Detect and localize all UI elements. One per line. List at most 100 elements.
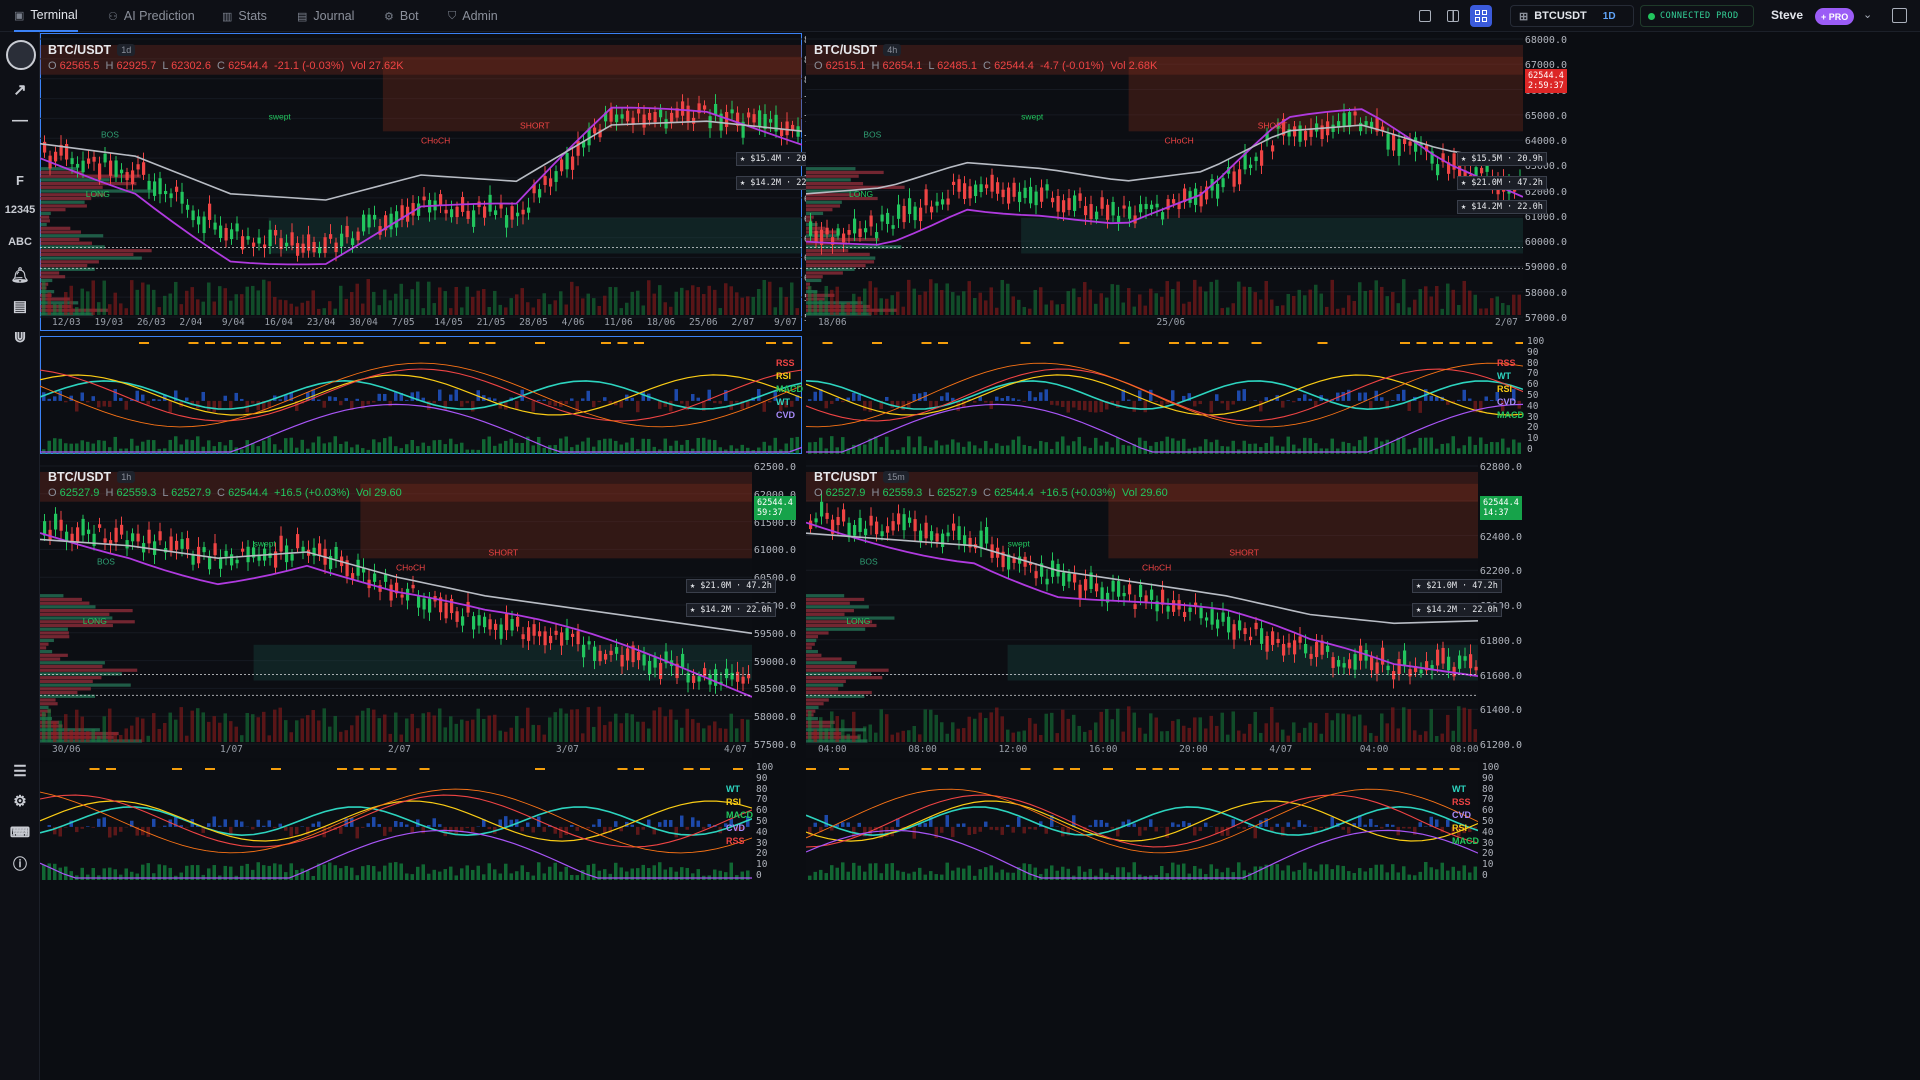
indicator-axis: 1009080706050403020100 — [1527, 336, 1567, 455]
signal-strip — [921, 768, 932, 770]
low-value: 62527.9 — [937, 487, 977, 499]
trendline-tool-icon[interactable]: ↗ — [0, 80, 40, 100]
chart-pane-4h[interactable]: swept BOS CHoCH LONG SHORT BTC/USDT 4h O 62515.… — [806, 33, 1523, 331]
cvd-bar — [267, 437, 271, 454]
volume-bar — [405, 299, 409, 315]
candle-body — [752, 114, 756, 123]
candle-body — [924, 522, 928, 539]
volume-bar — [300, 302, 304, 315]
candle-body — [213, 543, 217, 556]
layout-grid-button[interactable] — [1470, 5, 1492, 27]
cvd-bar — [86, 874, 90, 880]
cvd-bar — [973, 445, 977, 454]
close-value: 62544.4 — [228, 60, 268, 72]
volume-bar — [575, 286, 579, 315]
cvd-bar — [311, 875, 315, 880]
candle-body — [1183, 611, 1187, 617]
macd-histogram-bar — [1319, 826, 1323, 829]
volume-profile-bar — [806, 664, 856, 669]
volume-bar — [940, 290, 944, 315]
macd-histogram-bar — [421, 826, 425, 834]
indicator-pane-15m[interactable] — [806, 762, 1478, 880]
horizontal-line-tool-icon[interactable]: — — [0, 112, 40, 130]
cvd-bar — [559, 871, 563, 880]
volume-bar — [1088, 730, 1092, 742]
tab-stats[interactable]: ▥ Stats — [222, 0, 267, 32]
tab-journal[interactable]: ▤ Journal — [297, 0, 354, 32]
macd-histogram-bar — [520, 826, 524, 832]
chart-timeframe-badge[interactable]: 1d — [117, 44, 136, 56]
macd-histogram-bar — [465, 400, 469, 404]
chart-pane-1d[interactable]: swept BOS CHoCH LONG SHORT BTC/USDT 1d O 62565.… — [40, 33, 802, 331]
volume-bar — [515, 294, 519, 315]
chart-timeframe-badge[interactable]: 1h — [117, 471, 136, 483]
tab-ai-prediction[interactable]: ⚇ AI Prediction — [108, 0, 195, 32]
macd-histogram-bar — [663, 819, 667, 827]
macd-histogram-bar — [691, 394, 695, 401]
indicator-label-macd: MACD — [726, 810, 753, 820]
cvd-bar — [421, 864, 425, 880]
candle-body — [351, 573, 355, 579]
layout-single-button[interactable] — [1414, 5, 1436, 27]
signal-strip — [872, 342, 882, 344]
macd-histogram-bar — [1209, 400, 1213, 413]
magnet-icon[interactable]: ⋓ — [0, 328, 40, 346]
volume-bar — [740, 297, 744, 315]
volume-bar — [608, 721, 612, 742]
tab-bot[interactable]: ⚙ Bot — [384, 0, 419, 32]
layout-split-button[interactable] — [1442, 5, 1464, 27]
ruler-icon[interactable]: ▤ — [0, 297, 40, 315]
list-icon[interactable]: ☰ — [0, 762, 40, 780]
annotation-choch: CHoCH — [1165, 135, 1194, 145]
open-value: 62515.1 — [825, 60, 866, 72]
indicator-pane-1h[interactable] — [40, 762, 752, 880]
volume-bar — [256, 290, 260, 315]
cvd-bar — [201, 446, 205, 454]
cvd-bar — [575, 444, 579, 454]
macd-histogram-bar — [857, 394, 861, 401]
panel-toggle-icon[interactable] — [1892, 8, 1907, 23]
user-name[interactable]: Steve — [1771, 8, 1803, 22]
candle-body — [208, 203, 212, 220]
candle-body — [853, 218, 857, 234]
macd-histogram-bar — [923, 823, 927, 827]
number-tool-button[interactable]: 12345 — [0, 204, 40, 216]
cvd-bar — [973, 875, 977, 880]
help-icon[interactable]: ⓘ — [0, 854, 40, 874]
macd-histogram-bar — [790, 400, 794, 407]
chart-timeframe-badge[interactable]: 15m — [883, 471, 909, 483]
indicator-pane-4h[interactable] — [806, 336, 1523, 454]
cvd-bar — [515, 442, 519, 454]
settings-gear-icon[interactable]: ⚙ — [0, 792, 40, 810]
keyboard-icon[interactable]: ⌨ — [0, 824, 40, 841]
time-tick: 30/06 — [52, 744, 81, 755]
indicator-pane-1d[interactable] — [40, 336, 802, 454]
chart-pane-1h[interactable]: swept BOS CHoCH LONG SHORT BTC/USDT 1h O 62527.… — [40, 460, 752, 758]
cvd-bar — [350, 447, 354, 454]
alert-bell-icon[interactable]: 🔔︎ — [0, 266, 40, 284]
volume-bar — [372, 709, 376, 742]
chart-pane-15m[interactable]: swept BOS CHoCH LONG SHORT BTC/USDT 15m O 62527… — [806, 460, 1478, 758]
symbol-selector[interactable]: ⊞ BTCUSDT 1D — [1510, 5, 1634, 27]
candle-body — [725, 668, 729, 679]
cvd-bar — [1143, 440, 1147, 454]
candle-body — [825, 227, 829, 235]
app-logo[interactable] — [6, 40, 36, 70]
volume-bar — [879, 298, 883, 315]
volume-bar — [1066, 291, 1070, 315]
user-menu-chevron-icon[interactable]: ⌄ — [1863, 8, 1872, 21]
signal-strip — [1119, 342, 1130, 344]
text-tool-button[interactable]: F — [0, 173, 40, 188]
candle-body — [466, 210, 470, 219]
candle-body — [1419, 669, 1423, 674]
chart-timeframe-badge[interactable]: 4h — [883, 44, 902, 56]
cvd-bar — [553, 862, 557, 880]
cvd-bar — [1490, 441, 1494, 454]
tab-terminal[interactable]: ▣ Terminal — [14, 0, 78, 32]
macd-histogram-bar — [64, 400, 68, 403]
volume-bar — [1011, 296, 1015, 315]
tab-admin[interactable]: ⛉ Admin — [448, 0, 498, 32]
volume-profile-bar — [40, 204, 87, 208]
volume-bar — [707, 285, 711, 315]
abc-tool-button[interactable]: ABC — [0, 236, 40, 248]
